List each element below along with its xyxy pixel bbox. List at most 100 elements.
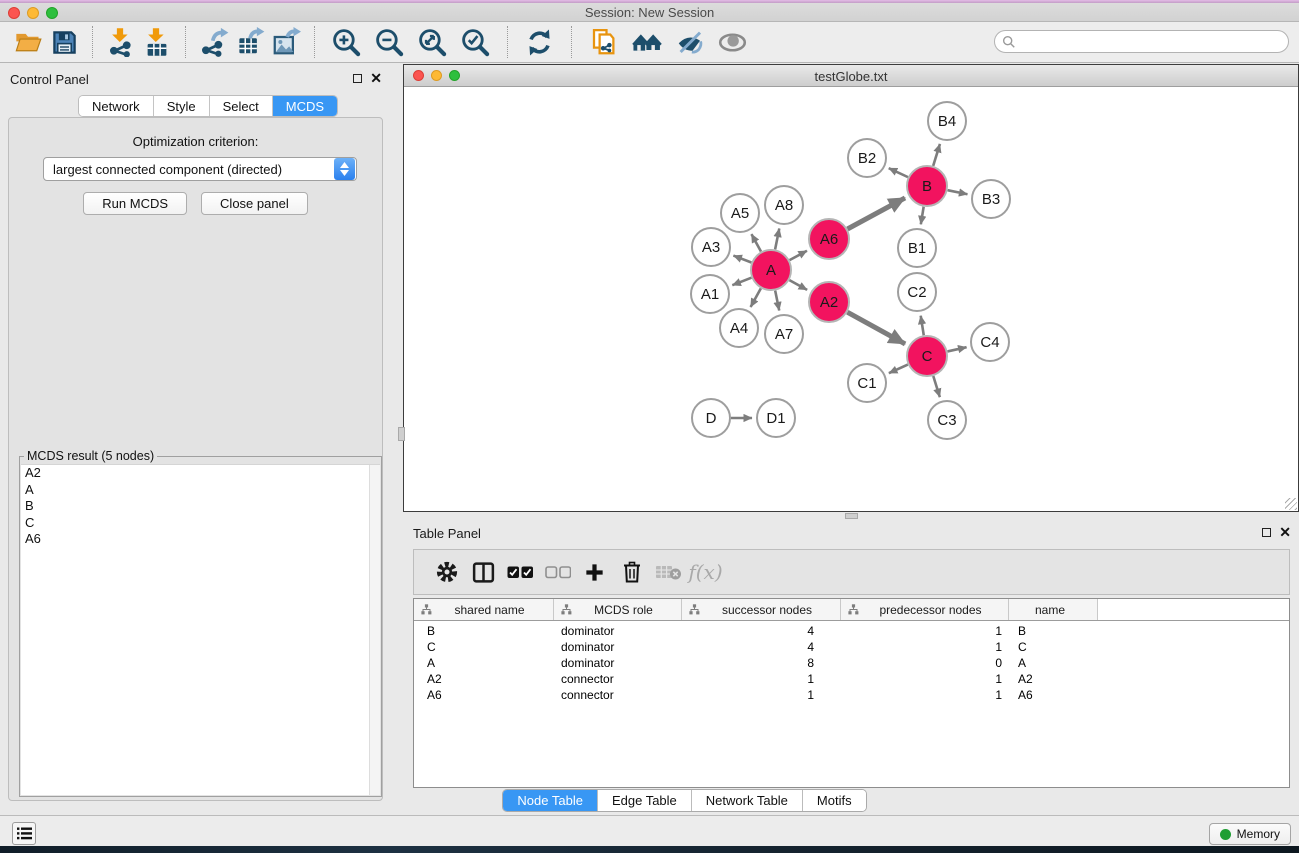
table-cell[interactable]: 4 — [682, 623, 841, 639]
column-header[interactable]: MCDS role — [554, 599, 682, 620]
network-node[interactable]: A1 — [691, 275, 729, 313]
network-edge[interactable] — [921, 316, 924, 336]
deselect-all-icon[interactable] — [539, 555, 576, 589]
network-node[interactable]: A4 — [720, 309, 758, 347]
table-cell[interactable]: 1 — [682, 687, 841, 703]
network-edge[interactable] — [948, 190, 968, 194]
network-node[interactable]: A5 — [721, 194, 759, 232]
show-columns-icon[interactable] — [465, 555, 502, 589]
export-table-icon[interactable] — [232, 25, 268, 59]
table-cell[interactable]: dominator — [554, 655, 682, 671]
network-node[interactable]: B1 — [898, 229, 936, 267]
search-field[interactable] — [994, 30, 1289, 53]
column-header[interactable]: successor nodes — [682, 599, 841, 620]
network-edge[interactable] — [947, 347, 966, 351]
select-all-icon[interactable] — [502, 555, 539, 589]
table-cell[interactable]: A — [414, 655, 554, 671]
network-node[interactable]: C1 — [848, 364, 886, 402]
network-edge[interactable] — [889, 168, 908, 177]
network-edge[interactable] — [847, 312, 905, 344]
tab-node-table[interactable]: Node Table — [503, 790, 598, 811]
float-table-panel-icon[interactable] — [1262, 528, 1271, 537]
network-edge[interactable] — [775, 229, 779, 250]
column-header[interactable]: predecessor nodes — [841, 599, 1009, 620]
table-cell[interactable]: 1 — [682, 671, 841, 687]
network-node[interactable]: C3 — [928, 401, 966, 439]
mcds-result-item[interactable]: C — [21, 515, 380, 532]
save-session-icon[interactable] — [46, 25, 82, 59]
tab-motifs[interactable]: Motifs — [803, 790, 866, 811]
create-column-icon[interactable] — [576, 555, 613, 589]
open-session-icon[interactable] — [10, 25, 46, 59]
network-edge[interactable] — [751, 288, 761, 307]
tab-network-table[interactable]: Network Table — [692, 790, 803, 811]
table-row[interactable]: A6connector11A6 — [414, 687, 1289, 703]
hide-panels-icon[interactable] — [668, 25, 711, 59]
table-cell[interactable]: 1 — [841, 687, 1009, 703]
tab-style[interactable]: Style — [154, 96, 210, 116]
run-mcds-button[interactable]: Run MCDS — [83, 192, 187, 215]
table-row[interactable]: Cdominator41C — [414, 639, 1289, 655]
mcds-result-item[interactable]: A — [21, 482, 380, 499]
table-settings-gear-icon[interactable] — [428, 555, 465, 589]
result-scrollbar[interactable] — [369, 465, 380, 795]
close-table-panel-icon[interactable]: ✕ — [1279, 527, 1291, 538]
table-row[interactable]: Bdominator41B — [414, 623, 1289, 639]
horizontal-splitter-handle[interactable] — [845, 513, 858, 519]
close-panel-button[interactable]: Close panel — [201, 192, 308, 215]
float-panel-icon[interactable] — [353, 74, 362, 83]
network-node[interactable]: A — [751, 250, 791, 290]
mcds-result-item[interactable]: A6 — [21, 531, 380, 548]
table-cell[interactable]: 4 — [682, 639, 841, 655]
network-node[interactable]: C — [907, 336, 947, 376]
tab-mcds[interactable]: MCDS — [273, 96, 337, 116]
network-node[interactable]: B — [907, 166, 947, 206]
tab-select[interactable]: Select — [210, 96, 273, 116]
column-header[interactable]: name — [1009, 599, 1098, 620]
network-node[interactable]: B4 — [928, 102, 966, 140]
network-canvas[interactable]: B4B2BB3A5A8A6B1A3AC2A1A2A4A7C4CC1DD1C3 — [404, 88, 1298, 511]
network-snapshot-icon[interactable] — [582, 25, 625, 59]
network-node[interactable]: A6 — [809, 219, 849, 259]
network-node[interactable]: A3 — [692, 228, 730, 266]
mcds-result-item[interactable]: A2 — [21, 465, 380, 482]
network-edge[interactable] — [732, 278, 751, 286]
table-cell[interactable]: connector — [554, 671, 682, 687]
table-cell[interactable]: A6 — [414, 687, 554, 703]
table-cell[interactable]: B — [1009, 623, 1098, 639]
export-image-icon[interactable] — [268, 25, 304, 59]
export-network-icon[interactable] — [196, 25, 232, 59]
import-table-icon[interactable] — [139, 25, 175, 59]
network-node[interactable]: A7 — [765, 315, 803, 353]
network-node[interactable]: B3 — [972, 180, 1010, 218]
network-edge[interactable] — [789, 280, 807, 290]
zoom-out-icon[interactable] — [368, 25, 411, 59]
table-cell[interactable]: A — [1009, 655, 1098, 671]
table-cell[interactable]: 1 — [841, 671, 1009, 687]
task-history-button[interactable] — [12, 822, 36, 845]
column-header[interactable]: shared name — [414, 599, 554, 620]
import-network-icon[interactable] — [103, 25, 139, 59]
network-node[interactable]: D — [692, 399, 730, 437]
zoom-in-icon[interactable] — [325, 25, 368, 59]
table-cell[interactable]: 0 — [841, 655, 1009, 671]
table-cell[interactable]: connector — [554, 687, 682, 703]
table-cell[interactable]: 8 — [682, 655, 841, 671]
refresh-layout-icon[interactable] — [518, 25, 561, 59]
home-icon[interactable] — [625, 25, 668, 59]
network-edge[interactable] — [847, 198, 905, 229]
network-node[interactable]: C2 — [898, 273, 936, 311]
network-titlebar[interactable]: testGlobe.txt — [404, 65, 1298, 87]
delete-columns-icon[interactable] — [613, 555, 650, 589]
network-node[interactable]: C4 — [971, 323, 1009, 361]
zoom-fit-icon[interactable] — [411, 25, 454, 59]
mcds-result-list[interactable]: A2ABCA6 — [21, 464, 380, 795]
table-cell[interactable]: C — [414, 639, 554, 655]
network-edge[interactable] — [733, 256, 751, 263]
memory-button[interactable]: Memory — [1209, 823, 1291, 845]
network-edge[interactable] — [751, 234, 761, 251]
network-edge[interactable] — [933, 376, 940, 397]
table-cell[interactable]: A2 — [414, 671, 554, 687]
network-node[interactable]: B2 — [848, 139, 886, 177]
vertical-splitter-handle[interactable] — [398, 427, 405, 441]
